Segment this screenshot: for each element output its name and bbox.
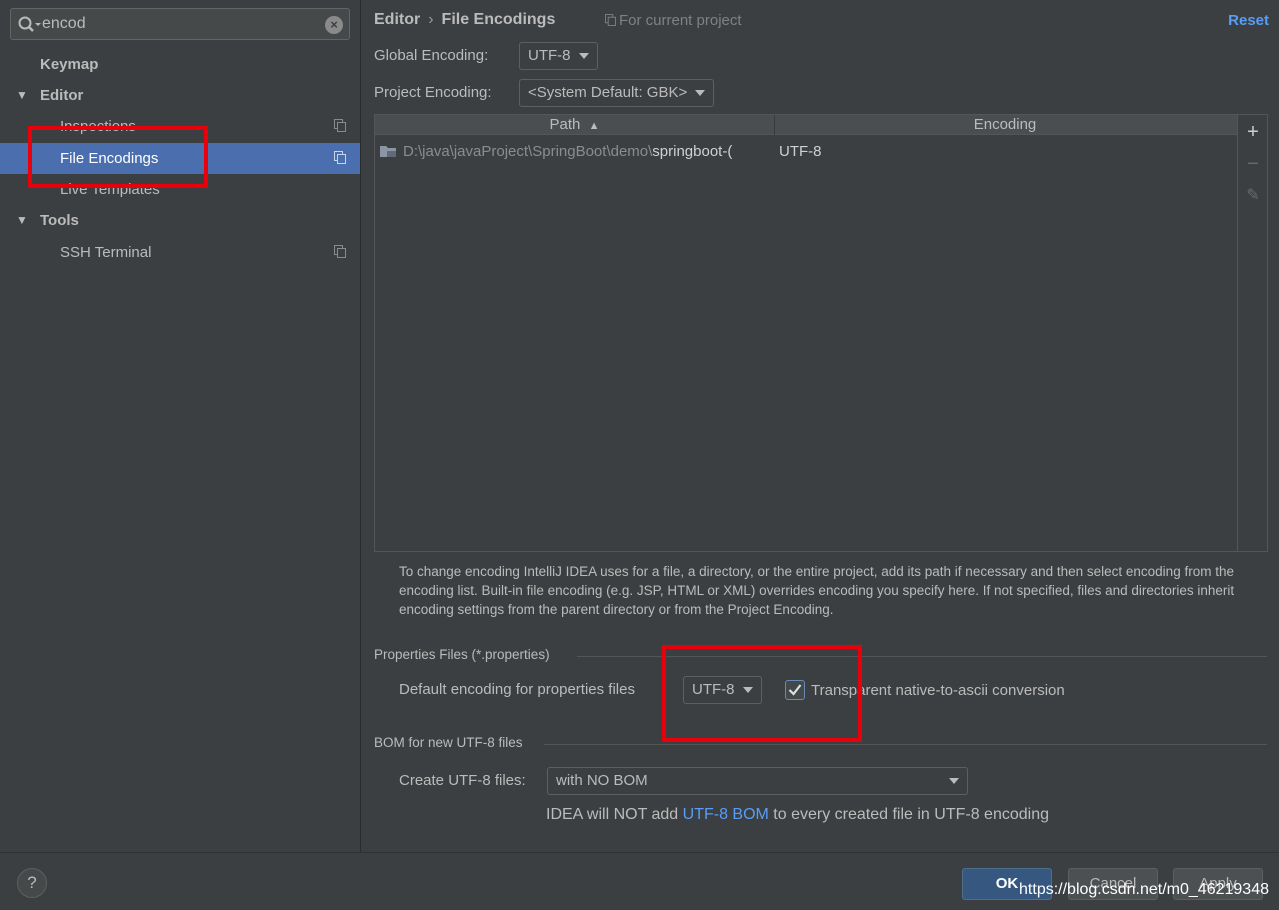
properties-section-title: Properties Files (*.properties) (374, 647, 550, 662)
expand-arrow-icon[interactable]: ▼ (16, 80, 28, 111)
settings-sidebar: encod × Keymap ▼ Editor Inspections File… (0, 0, 361, 852)
project-scope-icon (334, 151, 346, 164)
remove-icon[interactable]: − (1244, 154, 1262, 174)
breadcrumb: Editor › File Encodings (374, 11, 555, 29)
sidebar-item-label: Tools (40, 212, 79, 229)
global-encoding-select[interactable]: UTF-8 (519, 42, 598, 70)
sidebar-item-keymap[interactable]: Keymap (0, 49, 360, 80)
breadcrumb-separator: › (428, 11, 434, 28)
bom-note: IDEA will NOT add UTF-8 BOM to every cre… (546, 806, 1049, 824)
row-path-name: springboot-( (652, 143, 733, 160)
settings-content: Editor › File Encodings For current projec… (361, 0, 1279, 852)
project-scope-icon (334, 245, 346, 258)
table-row[interactable]: D:\java\javaProject\SpringBoot\demo\spri… (379, 141, 732, 163)
sidebar-item-label: Keymap (40, 56, 99, 73)
dialog-footer: ? OK Cancel Apply https://blog.csdn.net/… (0, 852, 1279, 910)
create-utf8-label: Create UTF-8 files: (399, 772, 526, 789)
search-input[interactable]: encod (42, 15, 86, 33)
watermark: https://blog.csdn.net/m0_46219348 (1019, 881, 1269, 898)
row-encoding-value: UTF-8 (779, 143, 822, 160)
project-encoding-value: <System Default: GBK> (528, 84, 688, 101)
project-encoding-select[interactable]: <System Default: GBK> (519, 79, 715, 107)
help-button[interactable]: ? (17, 868, 47, 898)
dropdown-arrow-icon (695, 90, 706, 96)
reset-link[interactable]: Reset (1228, 12, 1269, 29)
for-project-label: For current project (619, 12, 742, 29)
bom-section-title: BOM for new UTF-8 files (374, 735, 523, 750)
encoding-table[interactable]: Path ▲ Encoding D:\java\javaProject\Spri… (374, 114, 1238, 552)
column-header-label: Path (549, 116, 581, 133)
highlight-box (662, 645, 862, 742)
sidebar-item-tools[interactable]: ▼ Tools (0, 205, 360, 236)
bom-note-text: IDEA will NOT add (546, 806, 683, 823)
section-divider (544, 744, 1267, 745)
global-encoding-value: UTF-8 (528, 47, 571, 64)
sort-ascending-icon: ▲ (588, 120, 600, 132)
global-encoding-label: Global Encoding: (374, 47, 489, 64)
for-current-project: For current project (605, 12, 742, 29)
properties-encoding-label: Default encoding for properties files (399, 681, 635, 698)
search-field[interactable]: encod × (10, 8, 350, 40)
table-header: Path ▲ Encoding (375, 115, 1237, 135)
edit-icon[interactable]: ✎ (1244, 187, 1262, 205)
breadcrumb-current: File Encodings (441, 11, 556, 28)
column-header-encoding[interactable]: Encoding (775, 115, 1235, 135)
bom-value: with NO BOM (556, 772, 648, 789)
sidebar-item-editor[interactable]: ▼ Editor (0, 80, 360, 111)
utf8-bom-link[interactable]: UTF-8 BOM (683, 806, 769, 823)
column-header-path[interactable]: Path ▲ (375, 115, 775, 135)
clear-icon[interactable]: × (325, 16, 343, 34)
sidebar-item-label: Editor (40, 87, 84, 104)
bom-select[interactable]: with NO BOM (547, 767, 968, 795)
folder-icon (380, 146, 396, 157)
sidebar-item-ssh-terminal[interactable]: SSH Terminal (0, 237, 360, 268)
dropdown-arrow-icon (578, 53, 589, 59)
project-scope-icon (334, 119, 346, 132)
expand-arrow-icon[interactable]: ▼ (16, 205, 28, 236)
table-toolbar: + − ✎ (1238, 114, 1268, 552)
row-encoding-cell[interactable]: UTF-8 (779, 141, 822, 163)
sidebar-item-label: SSH Terminal (60, 244, 152, 261)
dropdown-arrow-icon (949, 778, 959, 784)
highlight-box (28, 126, 208, 188)
project-encoding-label: Project Encoding: (374, 84, 492, 101)
help-text: To change encoding IntelliJ IDEA uses fo… (399, 564, 1235, 617)
row-path-dim: D:\java\javaProject\SpringBoot\demo\ (403, 143, 653, 160)
breadcrumb-parent[interactable]: Editor (374, 11, 420, 28)
search-icon[interactable] (17, 15, 45, 35)
project-scope-icon (605, 14, 616, 26)
bom-note-text: to every created file in UTF-8 encoding (768, 806, 1049, 823)
add-icon[interactable]: + (1244, 122, 1262, 142)
